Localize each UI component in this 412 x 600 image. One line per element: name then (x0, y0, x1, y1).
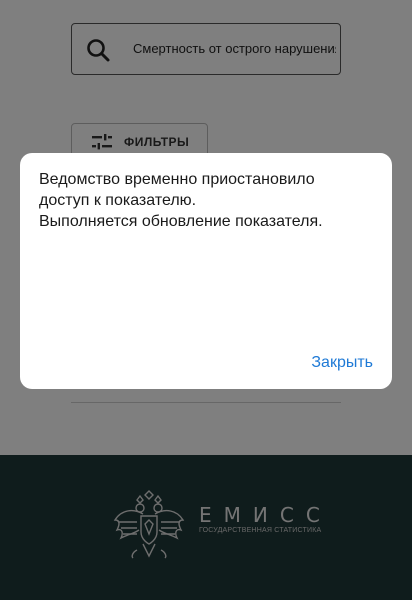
page: Смертность от острого нарушения ФИЛЬТРЫ (0, 0, 412, 600)
dialog-message-line: доступ к показателю. (39, 192, 197, 209)
alert-dialog: Ведомство временно приостановило доступ … (20, 153, 392, 389)
dialog-message-line: Ведомство временно приостановило (39, 171, 315, 188)
dialog-message: Ведомство временно приостановило доступ … (39, 169, 373, 232)
dialog-message-line: Выполняется обновление показателя. (39, 213, 323, 230)
close-button[interactable]: Закрыть (311, 354, 373, 372)
